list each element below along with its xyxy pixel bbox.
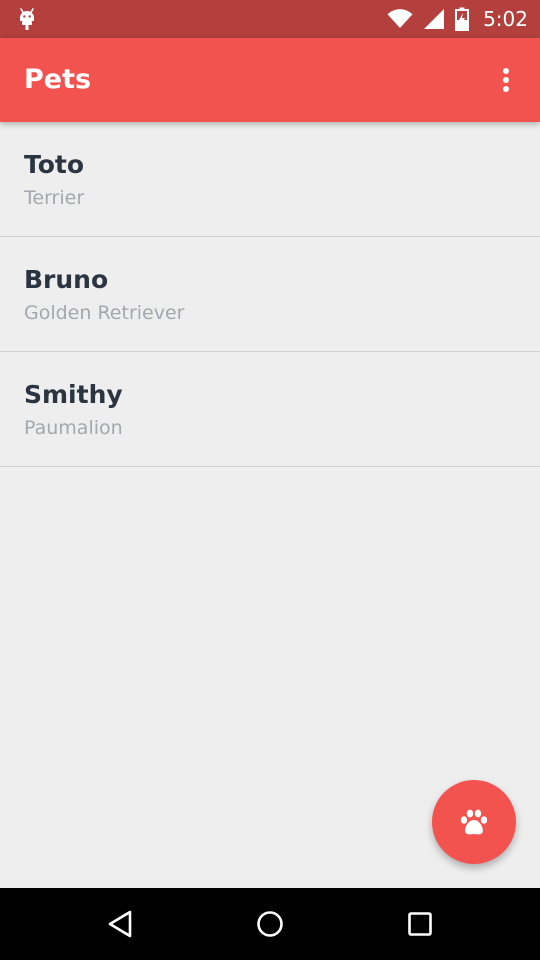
list-item[interactable]: Smithy Paumalion (0, 352, 540, 467)
list-item[interactable]: Bruno Golden Retriever (0, 237, 540, 352)
wifi-icon (387, 9, 413, 29)
recents-button[interactable] (392, 900, 448, 948)
pet-breed: Terrier (24, 187, 85, 209)
add-pet-fab[interactable] (432, 780, 516, 864)
app-title: Pets (24, 64, 92, 95)
back-button[interactable] (92, 900, 148, 948)
pets-screen: 5:02 Pets Toto Terrier Bruno Golden Retr… (0, 0, 540, 960)
status-time: 5:02 (483, 7, 528, 31)
home-icon (255, 909, 285, 939)
android-debug-icon (16, 7, 38, 31)
list-item[interactable]: Toto Terrier (0, 122, 540, 237)
recents-icon (406, 910, 434, 938)
pet-breed: Golden Retriever (24, 302, 185, 324)
cell-signal-icon (423, 8, 445, 30)
status-bar-left (16, 7, 38, 31)
app-bar: Pets (0, 38, 540, 122)
paw-icon (459, 808, 489, 836)
back-icon (106, 909, 134, 939)
home-button[interactable] (242, 900, 298, 948)
more-vert-icon (502, 67, 510, 93)
overflow-menu-button[interactable] (486, 55, 526, 105)
pet-name: Toto (24, 150, 85, 179)
battery-charging-icon (455, 7, 470, 31)
status-bar: 5:02 (0, 0, 540, 38)
status-bar-right: 5:02 (387, 7, 528, 31)
pet-list: Toto Terrier Bruno Golden Retriever Smit… (0, 122, 540, 467)
pet-name: Smithy (24, 380, 123, 409)
navigation-bar (0, 888, 540, 960)
pet-breed: Paumalion (24, 417, 123, 439)
pet-name: Bruno (24, 265, 109, 294)
